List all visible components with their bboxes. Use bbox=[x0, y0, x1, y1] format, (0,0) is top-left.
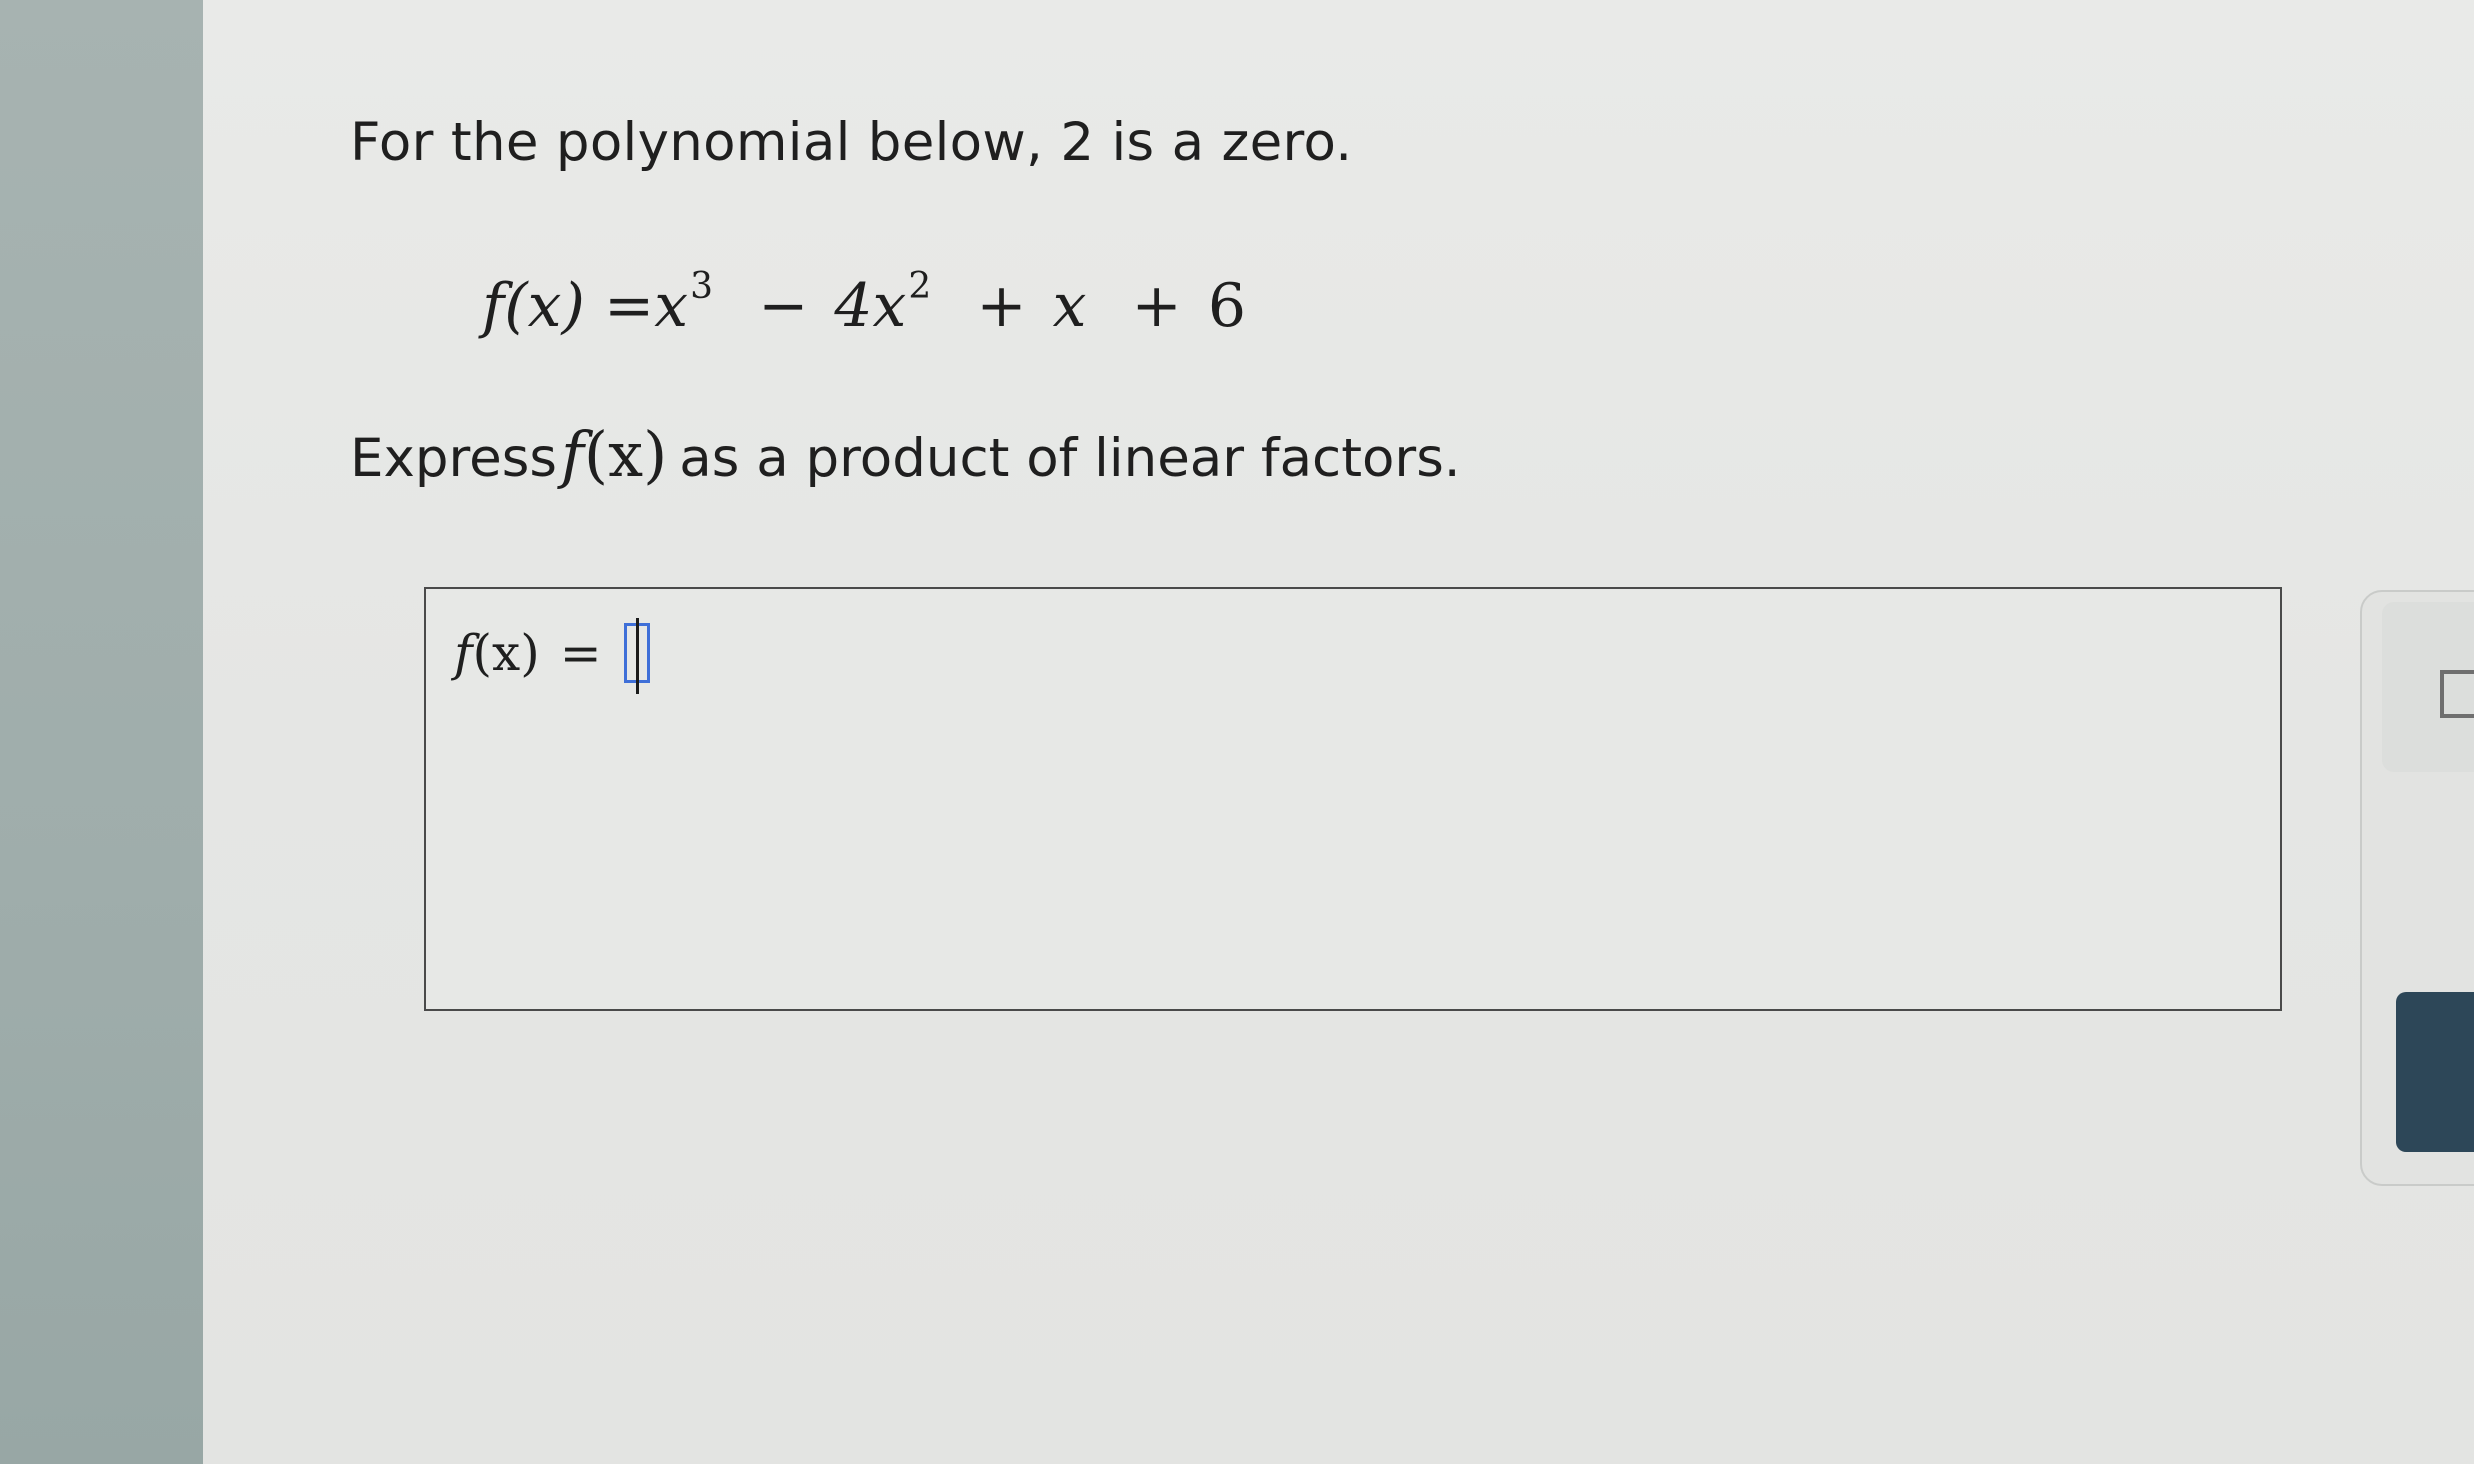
instruction-prefix: Express bbox=[350, 428, 557, 489]
left-rail bbox=[0, 0, 203, 1464]
exponent-2: 2 bbox=[908, 266, 932, 307]
problem-statement: For the polynomial below, 2 is a zero. bbox=[350, 112, 1352, 173]
statement-suffix: is a zero. bbox=[1094, 112, 1353, 173]
term-x-cubed: x bbox=[654, 271, 689, 341]
constant-term: 6 bbox=[1207, 271, 1247, 341]
instruction-function: f(x) bbox=[561, 418, 667, 491]
answer-input-slot[interactable] bbox=[623, 618, 650, 694]
instruction-func-name: f bbox=[560, 418, 584, 491]
equation-equals: = bbox=[603, 271, 655, 341]
polynomial-equation: f(x) =x3 −4x2 + x +6 bbox=[482, 266, 1246, 341]
exponent-3: 3 bbox=[690, 266, 713, 307]
operator-plus-2: + bbox=[1131, 271, 1182, 341]
term-x: x bbox=[1052, 271, 1087, 341]
operator-minus: − bbox=[758, 271, 809, 341]
instruction-text: Expressf(x) as a product of linear factor… bbox=[350, 418, 1461, 491]
square-icon[interactable] bbox=[2440, 670, 2474, 718]
text-cursor bbox=[635, 618, 639, 694]
equation-lhs: f(x) bbox=[482, 271, 585, 341]
toolbar-dark-button[interactable] bbox=[2396, 992, 2474, 1152]
statement-prefix: For the polynomial below, bbox=[350, 112, 1061, 173]
term-4x-squared: 4x bbox=[834, 271, 907, 341]
zero-value: 2 bbox=[1060, 112, 1095, 173]
answer-func-arg: (x) bbox=[472, 624, 540, 682]
operator-plus-1: + bbox=[976, 271, 1027, 341]
answer-box[interactable]: f (x) = bbox=[424, 587, 2282, 1011]
answer-equals: = bbox=[559, 624, 602, 682]
instruction-func-arg: (x) bbox=[583, 418, 668, 491]
answer-func-name: f bbox=[454, 624, 473, 682]
answer-expression: f (x) = bbox=[454, 618, 650, 694]
instruction-suffix: as a product of linear factors. bbox=[679, 428, 1461, 489]
